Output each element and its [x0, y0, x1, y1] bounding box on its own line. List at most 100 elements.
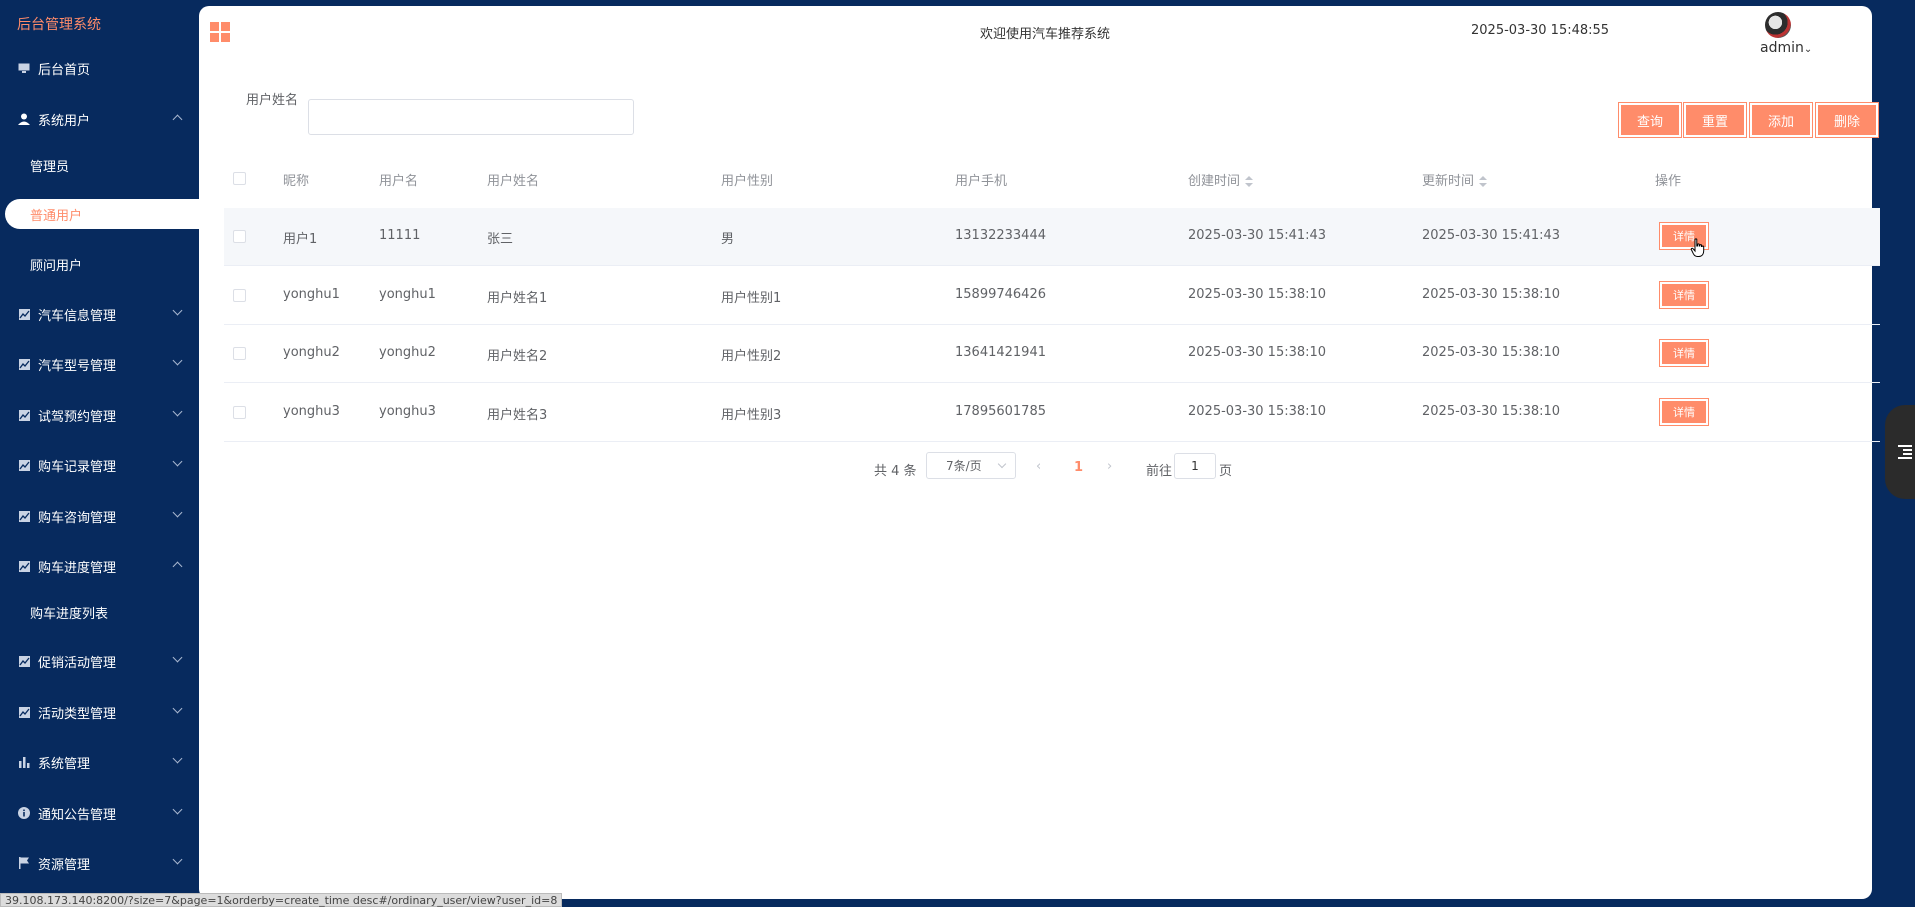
- sidebar-item-purchase-consult[interactable]: 购车咨询管理: [0, 495, 199, 537]
- sidebar-item-label: 资源管理: [38, 857, 91, 873]
- search-input[interactable]: [308, 99, 634, 135]
- goto-prefix: 前往: [1146, 464, 1173, 479]
- sidebar-item-system-users[interactable]: 系统用户: [0, 98, 199, 140]
- sidebar-item-label: 系统管理: [38, 756, 91, 772]
- cell-phone: 13132233444: [955, 228, 1046, 243]
- side-drawer-toggle[interactable]: [1885, 405, 1915, 499]
- sidebar-item-label: 普通用户: [30, 208, 83, 224]
- cell-name: 用户姓名3: [487, 408, 548, 423]
- chevron-down-icon: [997, 459, 1007, 469]
- sidebar-item-system-manage[interactable]: 系统管理: [0, 741, 199, 783]
- sort-icon[interactable]: [1245, 176, 1254, 187]
- sidebar-item-purchase-progress[interactable]: 购车进度管理: [0, 545, 199, 587]
- cell-name: 用户姓名2: [487, 349, 548, 364]
- cell-nickname: 用户1: [283, 232, 318, 247]
- chart-icon: [18, 358, 30, 370]
- reset-button[interactable]: 重置: [1683, 102, 1747, 138]
- cell-nickname: yonghu2: [283, 345, 340, 360]
- cell-created: 2025-03-30 15:38:10: [1188, 287, 1327, 302]
- cell-name: 用户姓名1: [487, 291, 548, 306]
- sidebar-item-label: 汽车信息管理: [38, 308, 117, 324]
- cell-gender: 用户性别2: [721, 349, 782, 364]
- row-checkbox[interactable]: [233, 347, 246, 360]
- column-header: 操作: [1655, 174, 1682, 189]
- next-page-icon[interactable]: ›: [1107, 459, 1112, 474]
- sidebar-item-promotion[interactable]: 促销活动管理: [0, 640, 199, 682]
- cell-created: 2025-03-30 15:41:43: [1188, 228, 1327, 243]
- sidebar-item-label: 后台首页: [38, 62, 91, 78]
- sidebar-item-label: 购车咨询管理: [38, 510, 117, 526]
- sidebar-item-consultant-user[interactable]: 顾问用户: [0, 244, 199, 284]
- select-all-checkbox[interactable]: [233, 172, 246, 185]
- info-icon: [18, 807, 30, 819]
- cell-gender: 男: [721, 232, 735, 247]
- chevron-down-icon: [172, 507, 183, 518]
- sidebar-item-label: 购车记录管理: [38, 459, 117, 475]
- avatar[interactable]: [1765, 12, 1791, 38]
- page-size-select[interactable]: 7条/页: [926, 452, 1016, 479]
- sidebar-item-progress-list[interactable]: 购车进度列表: [0, 592, 199, 632]
- column-header: 用户姓名: [487, 174, 540, 189]
- sidebar-item-admin[interactable]: 管理员: [0, 145, 199, 185]
- table-row[interactable]: yonghu3 yonghu3 用户姓名3 用户性别3 17895601785 …: [224, 384, 1880, 442]
- column-header-sortable[interactable]: 更新时间: [1422, 170, 1488, 189]
- table-header: 昵称 用户名 用户姓名 用户性别 用户手机 创建时间 更新时间 操作: [224, 152, 1880, 206]
- row-checkbox[interactable]: [233, 289, 246, 302]
- monitor-icon: [18, 62, 30, 74]
- sidebar-item-resource[interactable]: 资源管理: [0, 842, 199, 884]
- sidebar-item-label: 汽车型号管理: [38, 358, 117, 374]
- cell-username: yonghu1: [379, 287, 436, 302]
- delete-button[interactable]: 删除: [1815, 102, 1879, 138]
- sidebar-item-ordinary-user[interactable]: 普通用户: [5, 199, 210, 229]
- prev-page-icon[interactable]: ‹: [1036, 459, 1041, 474]
- sort-icon[interactable]: [1479, 176, 1488, 187]
- chevron-up-icon: [172, 114, 183, 125]
- sidebar-item-label: 管理员: [30, 159, 70, 175]
- user-menu[interactable]: admin⌄: [1760, 40, 1812, 56]
- goto-page-input[interactable]: [1174, 453, 1216, 479]
- sidebar-item-test-drive[interactable]: 试驾预约管理: [0, 394, 199, 436]
- cell-updated: 2025-03-30 15:38:10: [1422, 287, 1561, 302]
- chevron-down-icon: [172, 703, 183, 714]
- cell-name: 张三: [487, 232, 514, 247]
- query-button[interactable]: 查询: [1618, 102, 1682, 138]
- column-header-sortable[interactable]: 创建时间: [1188, 170, 1254, 189]
- sidebar-item-purchase-record[interactable]: 购车记录管理: [0, 444, 199, 486]
- pagination-total: 共 4 条: [874, 464, 917, 479]
- chevron-down-icon: [172, 854, 183, 865]
- column-header-label: 更新时间: [1422, 174, 1475, 189]
- row-checkbox[interactable]: [233, 406, 246, 419]
- page-number-current[interactable]: 1: [1074, 460, 1083, 475]
- cell-username: yonghu2: [379, 345, 436, 360]
- detail-button[interactable]: 详情: [1659, 398, 1709, 426]
- sidebar-item-label: 购车进度列表: [30, 606, 109, 622]
- menu-grid-icon[interactable]: [210, 22, 230, 42]
- search-label: 用户姓名: [246, 93, 299, 108]
- cell-nickname: yonghu1: [283, 287, 340, 302]
- sidebar-item-label: 活动类型管理: [38, 706, 117, 722]
- table-row[interactable]: 用户1 11111 张三 男 13132233444 2025-03-30 15…: [224, 208, 1880, 266]
- column-header: 用户手机: [955, 174, 1008, 189]
- sidebar-item-activity-type[interactable]: 活动类型管理: [0, 691, 199, 733]
- chevron-down-icon: [172, 355, 183, 366]
- table-row[interactable]: yonghu2 yonghu2 用户姓名2 用户性别2 13641421941 …: [224, 325, 1880, 383]
- status-url: 39.108.173.140:8200/?size=7&page=1&order…: [0, 893, 563, 907]
- chevron-down-icon: ⌄: [1803, 44, 1813, 55]
- sidebar-item-home[interactable]: 后台首页: [0, 47, 199, 89]
- cell-phone: 13641421941: [955, 345, 1046, 360]
- sidebar-item-notice[interactable]: 通知公告管理: [0, 792, 199, 834]
- add-button[interactable]: 添加: [1749, 102, 1813, 138]
- detail-button[interactable]: 详情: [1659, 281, 1709, 309]
- sidebar: 后台管理系统 后台首页 系统用户 管理员 普通用户 顾问用户 汽车信息管理 汽车…: [0, 0, 210, 907]
- cell-phone: 17895601785: [955, 404, 1046, 419]
- sidebar-item-label: 通知公告管理: [38, 807, 117, 823]
- sidebar-item-car-model[interactable]: 汽车型号管理: [0, 343, 199, 385]
- chevron-down-icon: [172, 753, 183, 764]
- table-row[interactable]: yonghu1 yonghu1 用户姓名1 用户性别1 15899746426 …: [224, 267, 1880, 325]
- detail-button[interactable]: 详情: [1659, 339, 1709, 367]
- chevron-down-icon: [172, 406, 183, 417]
- sidebar-item-car-info[interactable]: 汽车信息管理: [0, 293, 199, 335]
- chart-icon: [18, 706, 30, 718]
- row-checkbox[interactable]: [233, 230, 246, 243]
- column-header: 昵称: [283, 174, 310, 189]
